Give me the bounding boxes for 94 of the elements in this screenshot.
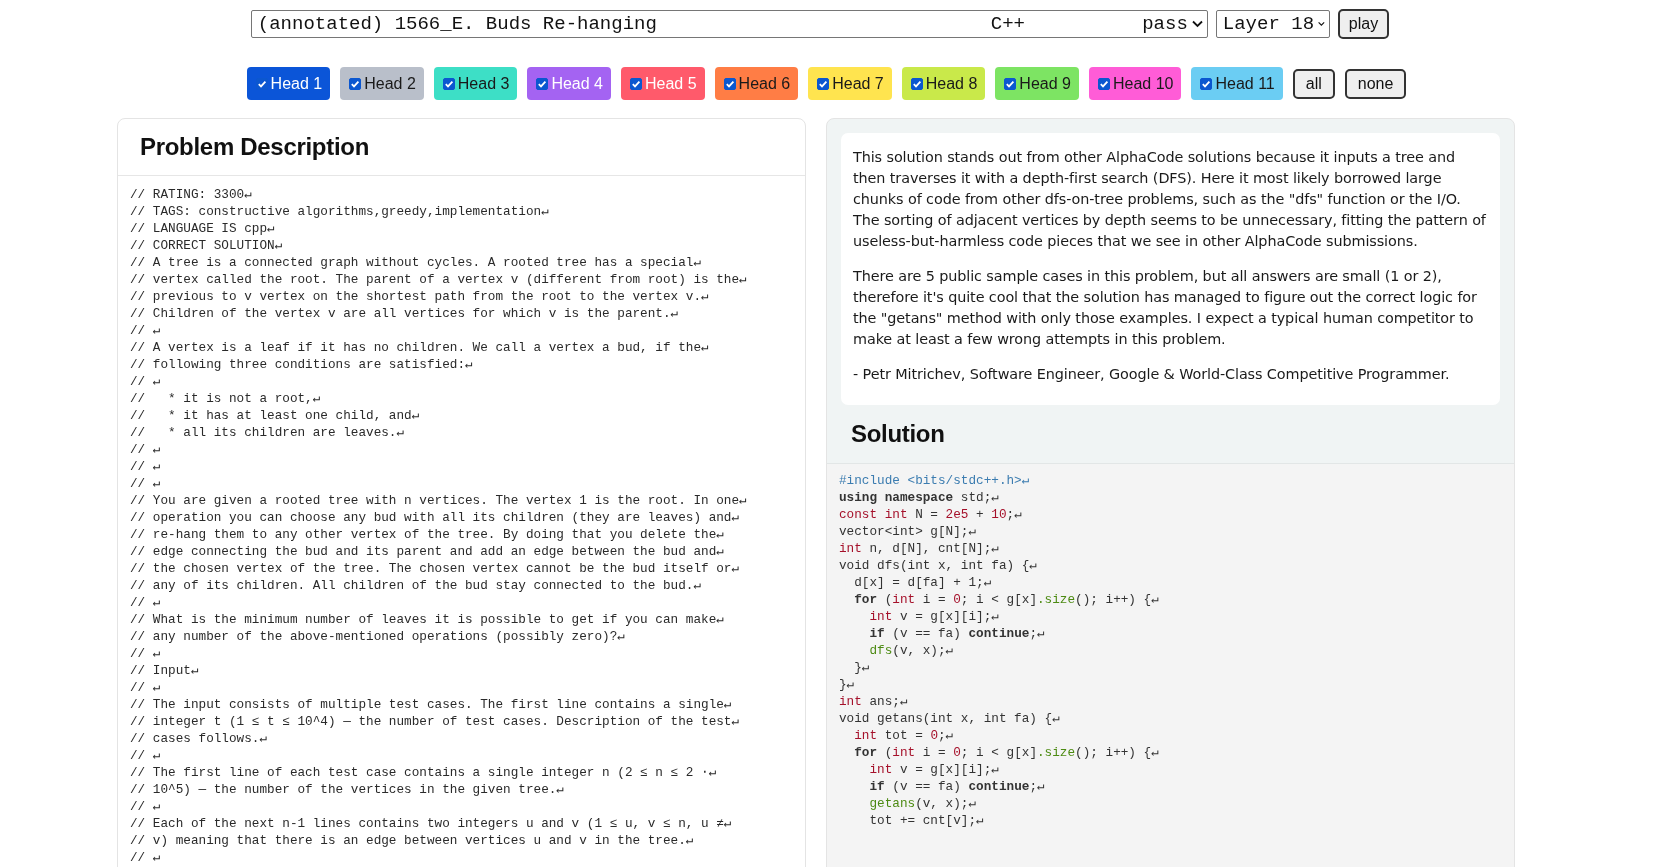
play-button[interactable]: play (1337, 9, 1390, 39)
code-line: // LANGUAGE IS cpp↵ (130, 220, 276, 237)
checkbox[interactable] (1200, 77, 1213, 90)
commentary-paragraph: - Petr Mitrichev, Software Engineer, Google & World-Class Competitive Programmer. (853, 365, 1451, 384)
code-line: tot += cnt[v];↵ (868, 812, 985, 829)
code-line: // cases follows.↵ (130, 730, 269, 747)
code-line: void getans(int x, int fa) {↵ (839, 710, 1061, 727)
code-line: // ↵ (130, 679, 162, 696)
code-line: // integer t (1 ≤ t ≤ 10^4) — the number of test cases. Description of the test↵ (130, 713, 741, 730)
code-line: #include <bits/stdc++.h>↵ (839, 472, 1031, 489)
code-line: vector<int> g[N];↵ (839, 523, 978, 540)
code-line: // The input consists of multiple test cases. The first line contains a single↵ (130, 696, 733, 713)
code-line: int v = g[x][i];↵ (868, 608, 1000, 625)
code-line: // * it is not a root,↵ (130, 390, 322, 407)
code-line: // ↵ (130, 441, 162, 458)
head-toggle[interactable]: Head 4 (527, 67, 611, 100)
code-line: // previous to v vertex on the shortest path from the root to the vertex v.↵ (130, 288, 710, 305)
code-line: int v = g[x][i];↵ (868, 761, 1000, 778)
code-line: // What is the minimum number of leaves it is possible to get if you can make↵ (130, 611, 725, 628)
code-line: void dfs(int x, int fa) {↵ (839, 557, 1038, 574)
head-toggle[interactable]: Head 8 (901, 67, 986, 100)
problem-select[interactable]: (annotated) 1566_E. Buds Re-hanging C++ pass (250, 10, 1208, 38)
code-line: // * all its children are leaves.↵ (130, 424, 406, 441)
layer-select[interactable]: Layer 18 (1215, 10, 1330, 38)
head-toggle[interactable]: Head 7 (808, 67, 892, 100)
checkbox[interactable] (349, 77, 362, 90)
panel-title: Problem Description (140, 133, 369, 161)
code-line: // operation you can choose any bud with all its children (they are leaves) and↵ (130, 509, 741, 526)
code-line: // ↵ (130, 849, 162, 866)
select-button[interactable]: none (1344, 68, 1407, 99)
code-line: // * it has at least one child, and↵ (130, 407, 421, 424)
head-toggle[interactable]: Head 1 (246, 67, 331, 100)
code-line: // RATING: 3300↵ (130, 186, 253, 203)
head-toggle[interactable]: Head 6 (714, 67, 799, 100)
code-line: // The first line of each test case contains a single integer n (2 ≤ n ≤ 2 ⋅↵ (130, 764, 718, 781)
code-line: // TAGS: constructive algorithms,greedy,implementation↵ (130, 203, 550, 220)
head-toggle[interactable]: Head 10 (1088, 67, 1182, 100)
code-line: // the chosen vertex of the tree. The chosen vertex cannot be the bud itself or↵ (130, 560, 741, 577)
checkbox[interactable] (1097, 77, 1110, 90)
code-line: // ↵ (130, 645, 162, 662)
code-line: getans(v, x);↵ (868, 795, 978, 812)
checkbox[interactable] (910, 77, 923, 90)
code-line: }↵ (853, 659, 871, 676)
checkbox[interactable] (723, 77, 736, 90)
head-toggle[interactable]: Head 11 (1191, 67, 1283, 100)
caret-icon (1318, 20, 1325, 28)
checkbox[interactable] (442, 77, 455, 90)
checkbox[interactable] (630, 77, 642, 90)
code-line: // ↵ (130, 373, 162, 390)
code-line: for (int i = 0; i < g[x].size(); i++) {↵ (853, 591, 1160, 608)
code-line: int n, d[N], cnt[N];↵ (839, 540, 1000, 557)
commentary-paragraph: This solution stands out from other AlphaCode solutions because it inputs a tree and then traverses it with a depth-first search (DFS). Here it most likely borrowed large chunks of code from other dfs-on-tree problems, such as the "dfs" function or the I/O. The sorting of adjacent vertices by depth seems to be unnecessary, fitting the pattern of useless-but-harmless code pieces that we see in other AlphaCode submissions. (853, 148, 1487, 251)
code-line: // ↵ (130, 747, 162, 764)
code-line: using namespace std;↵ (839, 489, 1000, 506)
code-line: const int N = 2e5 + 10;↵ (839, 506, 1023, 523)
code-line: // ↵ (130, 475, 162, 492)
code-line: // edge connecting the bud and its parent and add an edge between the bud and↵ (130, 543, 725, 560)
select-button[interactable]: all (1292, 68, 1335, 99)
head-toggle[interactable]: Head 9 (995, 67, 1079, 100)
code-line: // ↵ (130, 458, 162, 475)
code-line: // Input↵ (130, 662, 200, 679)
code-line: // ↵ (130, 594, 162, 611)
code-line: // vertex called the root. The parent of a vertex v (different from root) is the↵ (130, 271, 748, 288)
code-line: // CORRECT SOLUTION↵ (130, 237, 284, 254)
code-line: int tot = 0;↵ (853, 727, 955, 744)
caret-icon (1191, 20, 1203, 28)
code-line: // 10^5) — the number of the vertices in the given tree.↵ (130, 781, 565, 798)
code-line: }↵ (839, 676, 856, 693)
code-line: // A tree is a connected graph without cycles. A rooted tree has a special↵ (130, 254, 703, 271)
code-line: // any of its children. All children of the bud stay connected to the bud.↵ (130, 577, 703, 594)
head-toggle[interactable]: Head 2 (340, 67, 424, 100)
code-line: // following three conditions are satisfied:↵ (130, 356, 474, 373)
code-line: // You are given a rooted tree with n vertices. The vertex 1 is the root. In one↵ (130, 492, 748, 509)
code-line: dfs(v, x);↵ (868, 642, 955, 659)
checkbox[interactable] (536, 77, 549, 90)
code-line: int ans;↵ (839, 693, 909, 710)
code-line: // Children of the vertex v are all vertices for which v is the parent.↵ (130, 305, 680, 322)
code-line: // any number of the above-mentioned operations (possibly zero)?↵ (130, 628, 626, 645)
head-toggle[interactable]: Head 3 (433, 67, 518, 100)
code-line: // ↵ (130, 798, 162, 815)
code-line: // A vertex is a leaf if it has no children. We call a vertex a bud, if the↵ (130, 339, 710, 356)
panel-title: Solution (851, 420, 945, 448)
code-line: // Each of the next n-1 lines contains two integers u and v (1 ≤ u, v ≤ n, u ≠↵ (130, 815, 733, 832)
code-line: d[x] = d[fa] + 1;↵ (853, 574, 993, 591)
checkbox[interactable] (1004, 77, 1017, 90)
commentary-paragraph: There are 5 public sample cases in this problem, but all answers are small (1 or 2), therefore it's quite cool that the solution has managed to figure out the correct logic for the "getans" method with only those examples. I expect a typical human competitor to make at least a few wrong attempts in this problem. (853, 267, 1478, 349)
code-line: if (v == fa) continue;↵ (868, 625, 1046, 642)
code-line: // re-hang them to any other vertex of the tree. By doing that you delete the↵ (130, 526, 725, 543)
code-line: for (int i = 0; i < g[x].size(); i++) {↵ (853, 744, 1160, 761)
checkbox[interactable] (817, 77, 830, 90)
code-line: if (v == fa) continue;↵ (868, 778, 1046, 795)
code-line: // v) meaning that there is an edge between vertices u and v in the tree.↵ (130, 832, 695, 849)
code-line: // ↵ (130, 322, 162, 339)
checkbox[interactable] (255, 77, 268, 90)
